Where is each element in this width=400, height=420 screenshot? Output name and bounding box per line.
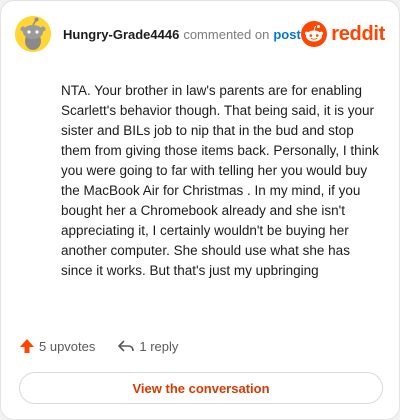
view-conversation-button[interactable]: View the conversation [19,372,383,404]
upvote-arrow-icon [20,339,34,353]
action-text: commented on [183,26,270,42]
comment-header: Hungry-Grade4446 commented on post reddi… [15,15,385,53]
comment-card: Hungry-Grade4446 commented on post reddi… [0,0,400,420]
reply-button[interactable]: 1 reply [117,338,178,354]
comment-meta: Hungry-Grade4446 commented on post [63,27,301,42]
author-username[interactable]: Hungry-Grade4446 [63,27,179,42]
reply-count: 1 reply [139,338,179,354]
post-link[interactable]: post [273,27,300,42]
reply-arrow-icon [118,340,135,352]
reddit-brand[interactable]: reddit [301,21,385,47]
comment-body: NTA. Your brother in law's parents are f… [61,83,379,278]
upvote-count: 5 upvotes [39,338,96,354]
upvote-button[interactable]: 5 upvotes [19,338,95,354]
reddit-logo-icon [301,21,328,47]
comment-footer: 5 upvotes 1 reply [19,338,178,354]
snoo-avatar-icon [15,16,51,52]
avatar[interactable] [15,16,51,52]
reddit-wordmark: reddit [331,22,385,45]
